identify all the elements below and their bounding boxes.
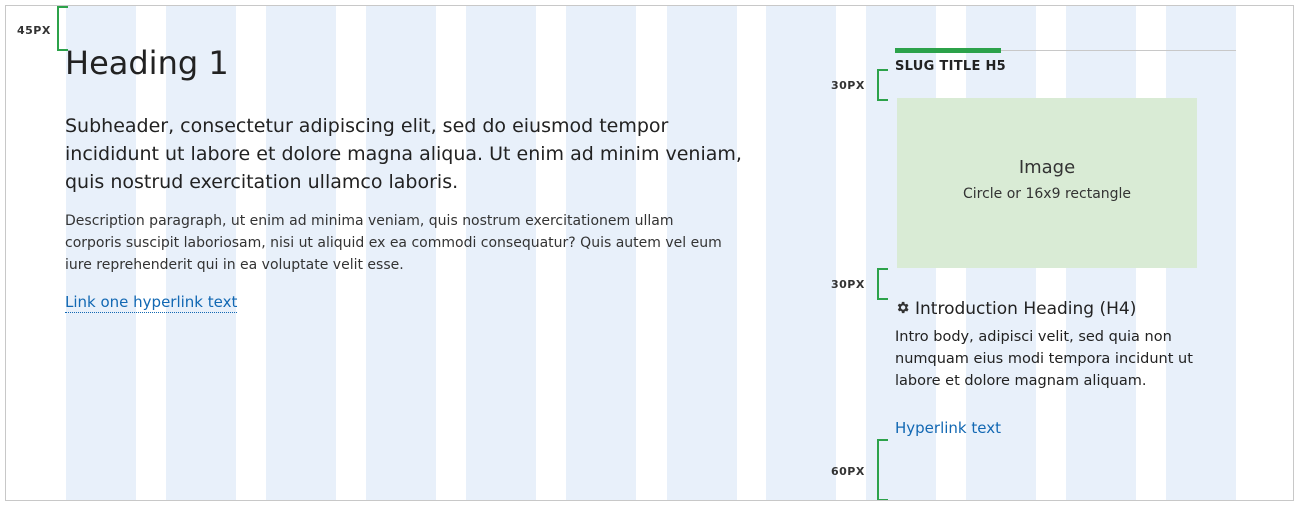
image-placeholder-caption: Circle or 16x9 rectangle: [962, 186, 1132, 202]
intro-heading: Introduction Heading (H4): [895, 299, 1136, 319]
spacing-label-slug-image: 30PX: [831, 79, 865, 92]
subheader: Subheader, consectetur adipiscing elit, …: [65, 115, 742, 193]
spacing-label-image-heading: 30PX: [831, 278, 865, 291]
spacing-bracket-slug-image: [877, 69, 888, 101]
image-placeholder: Image Circle or 16x9 rectangle: [897, 98, 1197, 268]
slug-title: SLUG TITLE H5: [895, 59, 1007, 74]
hyperlink-primary[interactable]: Link one hyperlink text: [65, 293, 238, 313]
spacing-bracket-image-heading: [877, 268, 888, 300]
image-placeholder-title: Image: [1018, 157, 1076, 178]
page-heading: Heading 1: [65, 44, 229, 82]
spacing-label-bottom: 60PX: [831, 465, 865, 478]
gear-icon: [895, 300, 910, 319]
slug-accent-bar: [895, 48, 1001, 53]
layout-frame: 45PX 30PX 30PX 60PX Heading 1 Subheader,…: [5, 5, 1294, 501]
intro-body: Intro body, adipisci velit, sed quia non…: [895, 329, 1193, 389]
spacing-bracket-bottom: [877, 439, 888, 500]
grid-column: [766, 6, 836, 500]
spacing-label-top: 45PX: [17, 24, 51, 37]
intro-heading-text: Introduction Heading (H4): [915, 299, 1137, 319]
hyperlink-secondary[interactable]: Hyperlink text: [895, 419, 1001, 437]
description-paragraph: Description paragraph, ut enim ad minima…: [65, 213, 722, 273]
